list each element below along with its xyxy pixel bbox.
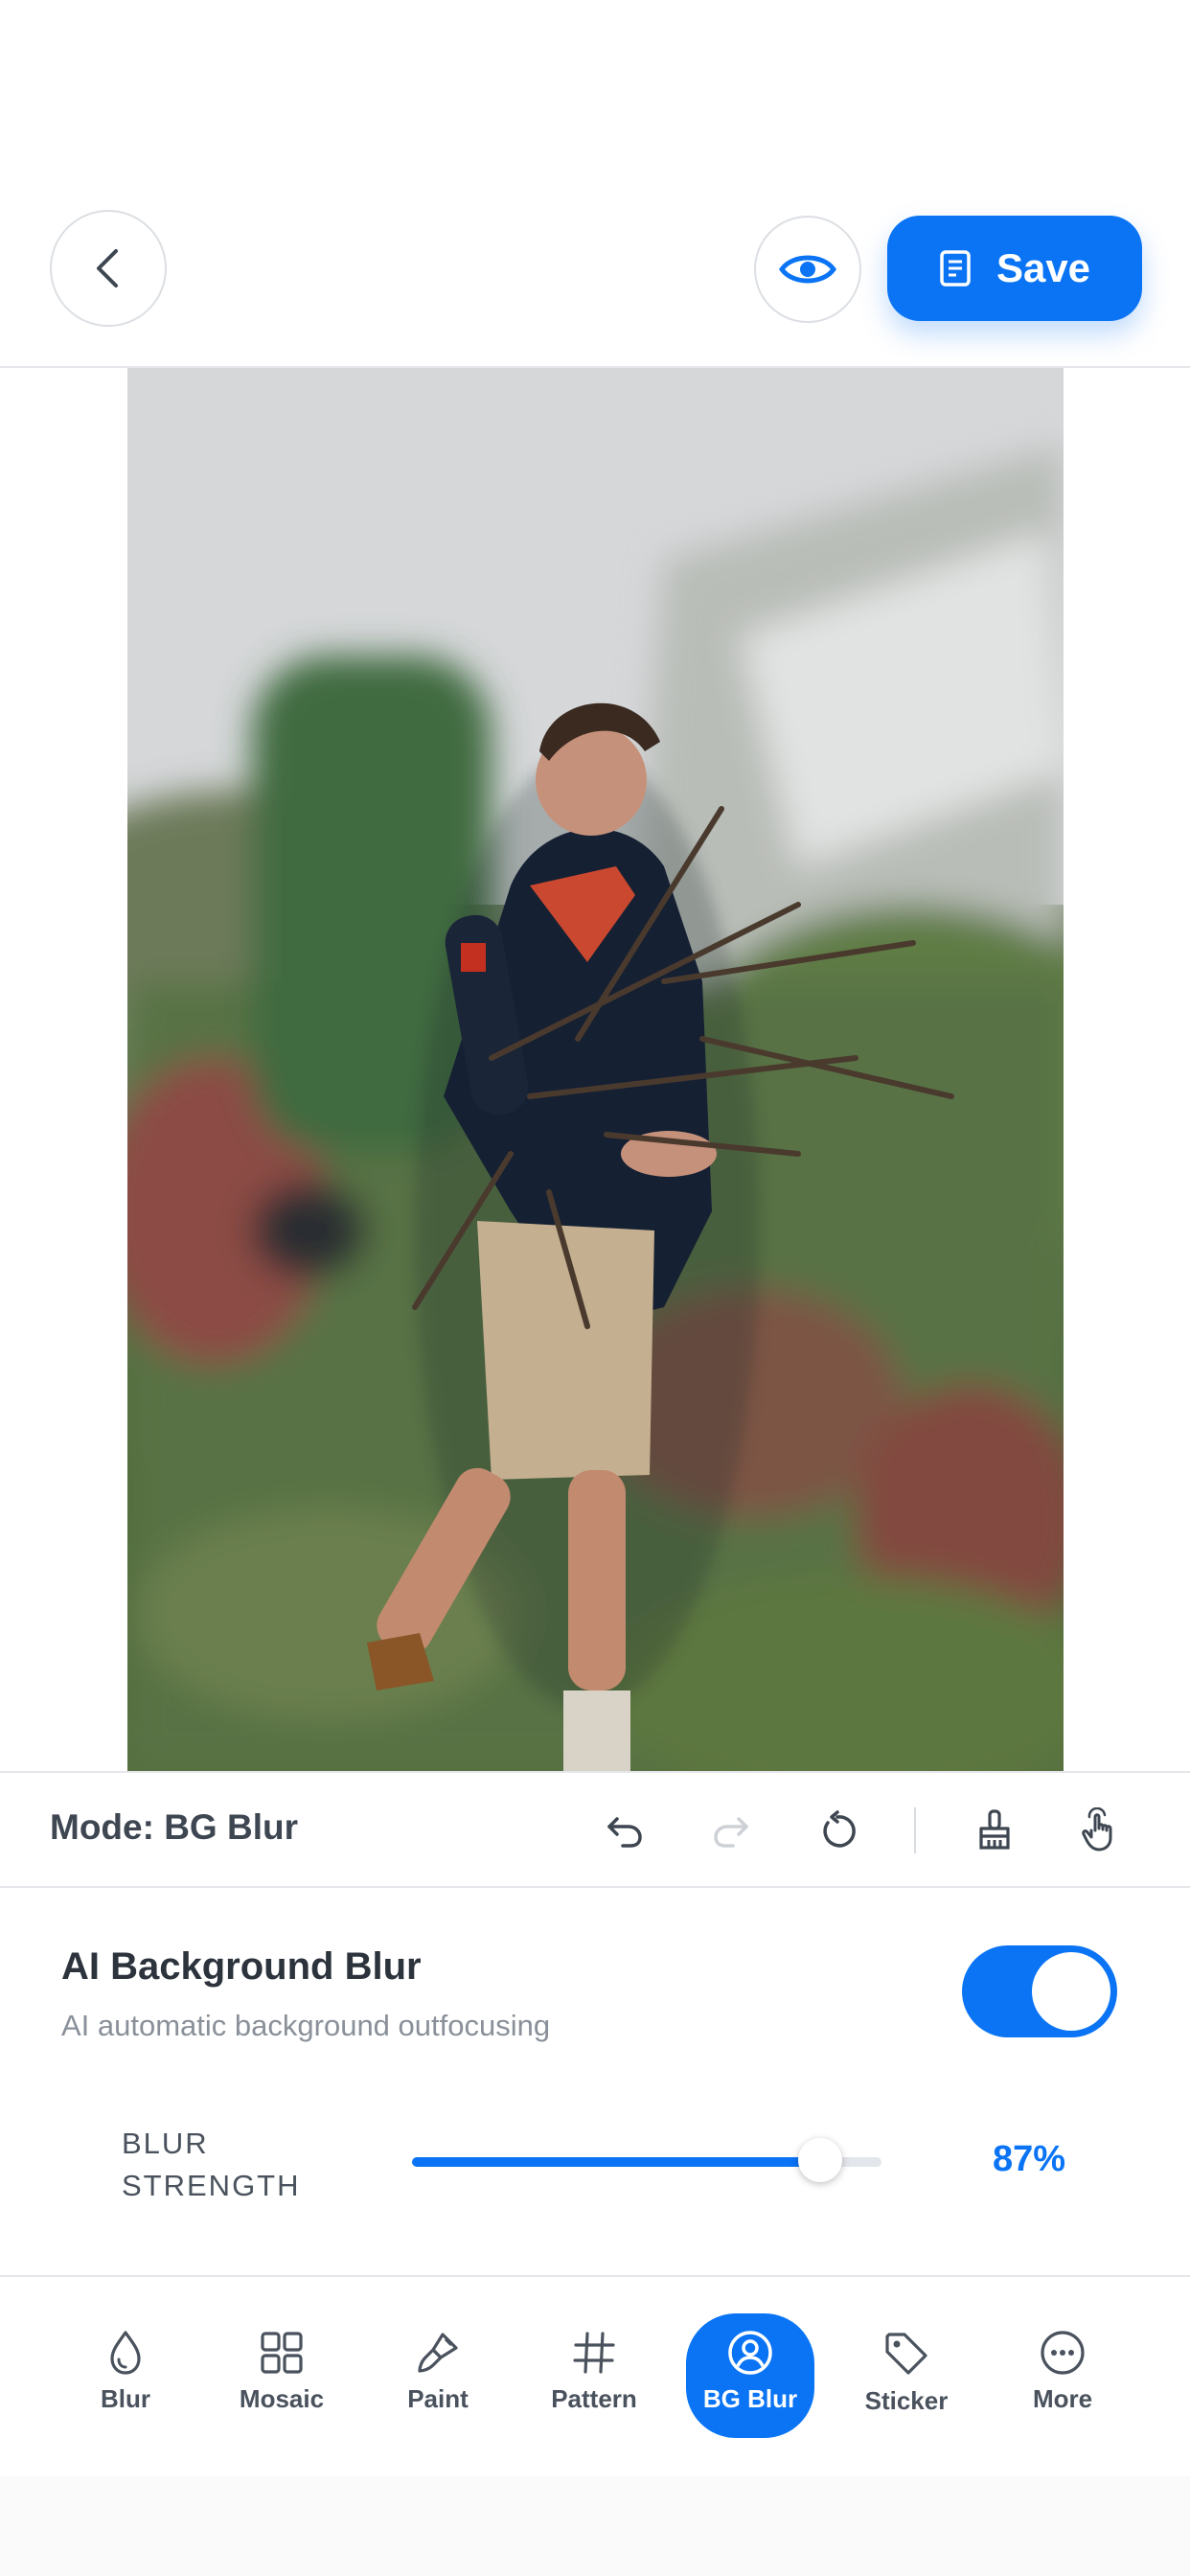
blur-strength-value: 87%	[992, 2139, 1066, 2179]
hand-pointer-icon	[1082, 1807, 1112, 1852]
more-icon	[1041, 2331, 1085, 2375]
nav-label: BG Blur	[702, 2384, 798, 2413]
toggle-knob	[1032, 1952, 1110, 2031]
photo-illustration	[127, 368, 1064, 1771]
blur-label-line2: STRENGTH	[122, 2169, 301, 2202]
chevron-left-icon	[97, 249, 118, 288]
drop-icon	[110, 2331, 141, 2375]
nav-more[interactable]: More	[998, 2313, 1127, 2438]
brush-icon	[979, 1809, 1010, 1850]
person-circle-icon	[728, 2331, 772, 2375]
edited-photo[interactable]	[127, 368, 1064, 1771]
redo-icon	[714, 1817, 748, 1848]
save-button[interactable]: Save	[887, 216, 1142, 321]
nav-paint[interactable]: Paint	[374, 2313, 502, 2438]
blur-strength-label: BLUR STRENGTH	[122, 2123, 301, 2207]
bottom-tool-nav: Blur Mosaic Paint Pattern BG Blur Sticke…	[0, 2277, 1190, 2476]
preview-button[interactable]	[754, 216, 861, 323]
nav-mosaic[interactable]: Mosaic	[217, 2313, 346, 2438]
pan-button[interactable]	[1072, 1802, 1130, 1859]
nav-label: Sticker	[864, 2386, 949, 2415]
tag-icon	[885, 2333, 927, 2375]
editor-canvas[interactable]	[0, 368, 1190, 1771]
nav-label: Blur	[101, 2384, 150, 2413]
reset-icon	[823, 1810, 856, 1848]
nav-blur[interactable]: Blur	[61, 2313, 190, 2438]
grid-icon	[261, 2332, 303, 2374]
settings-title: AI Background Blur	[61, 1945, 422, 1988]
ai-blur-toggle[interactable]	[962, 1945, 1117, 2037]
document-icon	[940, 250, 971, 287]
back-button[interactable]	[50, 210, 167, 327]
toolbar-divider	[914, 1807, 916, 1853]
blur-strength-slider[interactable]	[412, 2138, 881, 2182]
hash-icon	[573, 2332, 615, 2374]
slider-fill	[412, 2157, 821, 2167]
reset-button[interactable]	[809, 1802, 866, 1859]
undo-button[interactable]	[596, 1802, 653, 1859]
nav-label: Paint	[407, 2384, 469, 2413]
top-bar: Save	[0, 0, 1190, 368]
save-label: Save	[995, 245, 1091, 290]
undo-icon	[607, 1817, 642, 1848]
nav-bg-blur[interactable]: BG Blur	[686, 2313, 814, 2438]
home-indicator-area	[0, 2476, 1190, 2576]
nav-label: Mosaic	[239, 2384, 325, 2413]
slider-thumb[interactable]	[798, 2138, 843, 2182]
paintbrush-icon	[418, 2333, 458, 2373]
redo-button[interactable]	[702, 1802, 760, 1859]
nav-sticker[interactable]: Sticker	[842, 2313, 971, 2438]
mode-bar: Mode: BG Blur	[0, 1771, 1190, 1888]
nav-label: Pattern	[551, 2384, 637, 2413]
settings-subtitle: AI automatic background outfocusing	[61, 2009, 551, 2042]
brush-button[interactable]	[966, 1802, 1023, 1859]
blur-label-line1: BLUR	[122, 2127, 209, 2160]
nav-label: More	[1032, 2384, 1093, 2413]
mode-label: Mode: BG Blur	[50, 1807, 298, 1847]
nav-pattern[interactable]: Pattern	[530, 2313, 658, 2438]
blur-settings-panel: AI Background Blur AI automatic backgrou…	[0, 1888, 1190, 2277]
eye-icon	[779, 255, 836, 284]
